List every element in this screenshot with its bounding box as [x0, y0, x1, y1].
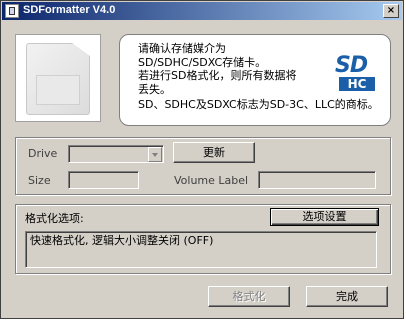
chevron-down-icon[interactable] [148, 147, 162, 162]
title-bar[interactable]: SDFormatter V4.0 × [2, 2, 402, 20]
option-settings-button[interactable]: 选项设置 [270, 208, 379, 226]
format-options-summary: 快速格式化, 逻辑大小调整关闭 (OFF) [25, 231, 377, 268]
app-icon [5, 4, 19, 18]
drive-label: Drive [28, 147, 58, 160]
sdhc-logo-hc: HC [339, 77, 375, 91]
format-button[interactable]: 格式化 [208, 286, 290, 307]
sdformatter-window: SDFormatter V4.0 × 请确认存储媒介为 SD/SDHC/SDXC… [0, 0, 404, 319]
format-options-label: 格式化选项: [25, 212, 84, 225]
sd-card-image [15, 34, 101, 122]
finish-button[interactable]: 完成 [306, 286, 388, 307]
close-button[interactable]: × [383, 4, 399, 18]
sdhc-logo-sd: SD [335, 53, 368, 78]
info-panel: 请确认存储媒介为 SD/SDHC/SDXC存储卡。 若进行SD格式化，则所有数据… [119, 34, 391, 126]
refresh-button[interactable]: 更新 [173, 142, 255, 163]
sd-card-label [36, 75, 80, 105]
size-label: Size [28, 174, 51, 187]
window-title: SDFormatter V4.0 [23, 4, 116, 16]
sdhc-logo: SD HC [335, 53, 381, 93]
info-trademark-text: SD、SDHC及SDXC标志为SD-3C、LLC的商标。 [138, 98, 379, 111]
drive-select[interactable] [68, 145, 164, 163]
size-field [68, 171, 139, 189]
volume-label-label: Volume Label [174, 174, 249, 187]
volume-label-field[interactable] [258, 171, 376, 189]
info-warning-text: 请确认存储媒介为 SD/SDHC/SDXC存储卡。 若进行SD格式化，则所有数据… [138, 42, 297, 96]
